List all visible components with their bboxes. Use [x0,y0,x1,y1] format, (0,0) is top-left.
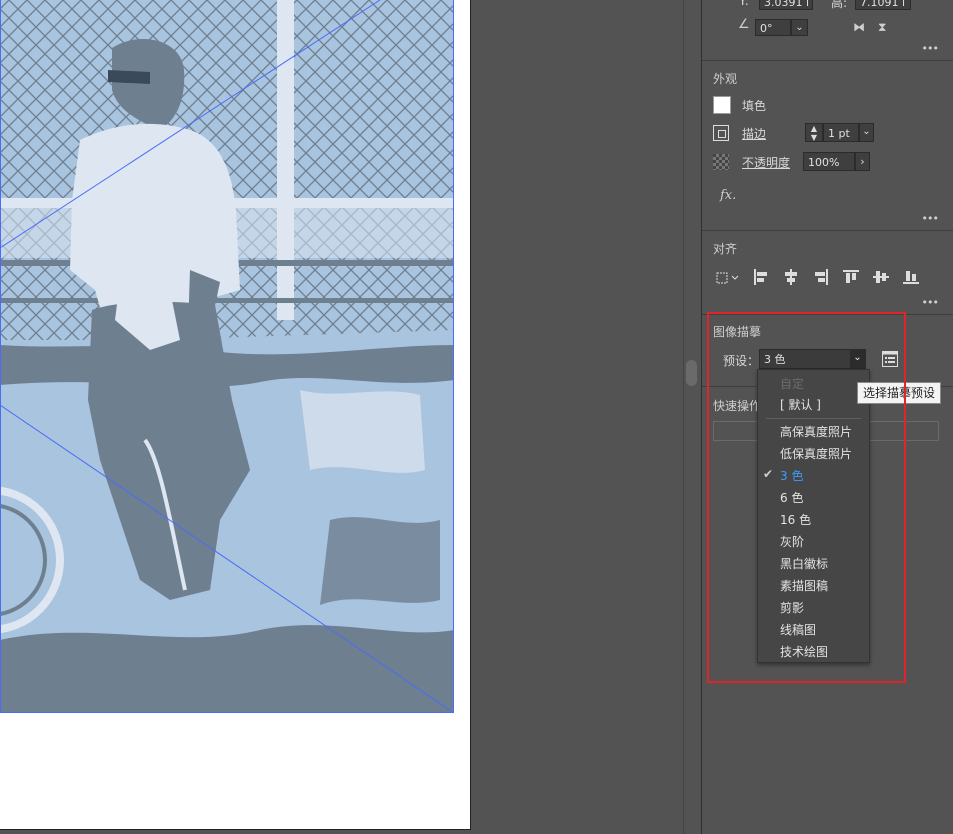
height-field[interactable]: 7.1091 i [855,0,911,10]
align-vertical-center-icon[interactable] [872,268,890,286]
flip-vertical-icon[interactable]: ⧗ [878,20,886,35]
align-horizontal-center-icon[interactable] [782,268,800,286]
traced-image[interactable] [0,0,454,713]
appearance-title: 外观 [713,72,738,86]
divider [702,230,953,231]
panel-divider[interactable] [683,0,702,834]
align-top-icon[interactable] [842,268,860,286]
align-title: 对齐 [713,242,738,256]
opacity-expand-chevron-icon[interactable]: › [855,152,870,171]
height-label: 高: [831,0,848,10]
stroke-swatch[interactable] [713,125,729,141]
rotate-dropdown-chevron-icon[interactable]: ⌄ [791,19,808,36]
fill-swatch[interactable] [713,96,731,114]
stroke-weight-dropdown-icon[interactable]: ⌄ [859,123,874,142]
align-right-icon[interactable] [812,268,830,286]
rotate-field[interactable]: 0° [755,19,791,36]
rotate-angle-icon: ∠ [738,17,750,32]
align-bottom-icon[interactable] [902,268,920,286]
stroke-label[interactable]: 描边 [742,125,766,142]
divider [702,60,953,61]
y-label: Y: [739,0,749,8]
stroke-weight-stepper-icon[interactable]: ▲ ▼ [805,123,823,142]
y-field[interactable]: 3.0391 i [759,0,813,10]
appearance-more-options-icon[interactable]: ••• [922,212,939,225]
annotation-highlight-box [707,312,906,683]
flip-horizontal-icon[interactable]: ⧓ [853,20,865,34]
stroke-swatch-inner [718,130,726,138]
opacity-checker-icon[interactable] [713,154,729,170]
transform-more-options-icon[interactable]: ••• [922,42,939,55]
opacity-label[interactable]: 不透明度 [742,154,790,171]
fx-effects-icon[interactable]: fx. [720,188,736,203]
fill-label: 填色 [742,99,767,113]
align-left-icon[interactable] [752,268,770,286]
traced-photo-graphic [0,0,454,713]
align-more-options-icon[interactable]: ••• [922,296,939,309]
align-to-selection-icon[interactable] [714,268,740,286]
stroke-weight-field[interactable]: 1 pt [823,123,859,142]
opacity-field[interactable]: 100% [803,152,855,171]
panel-collapse-handle[interactable] [686,360,697,386]
